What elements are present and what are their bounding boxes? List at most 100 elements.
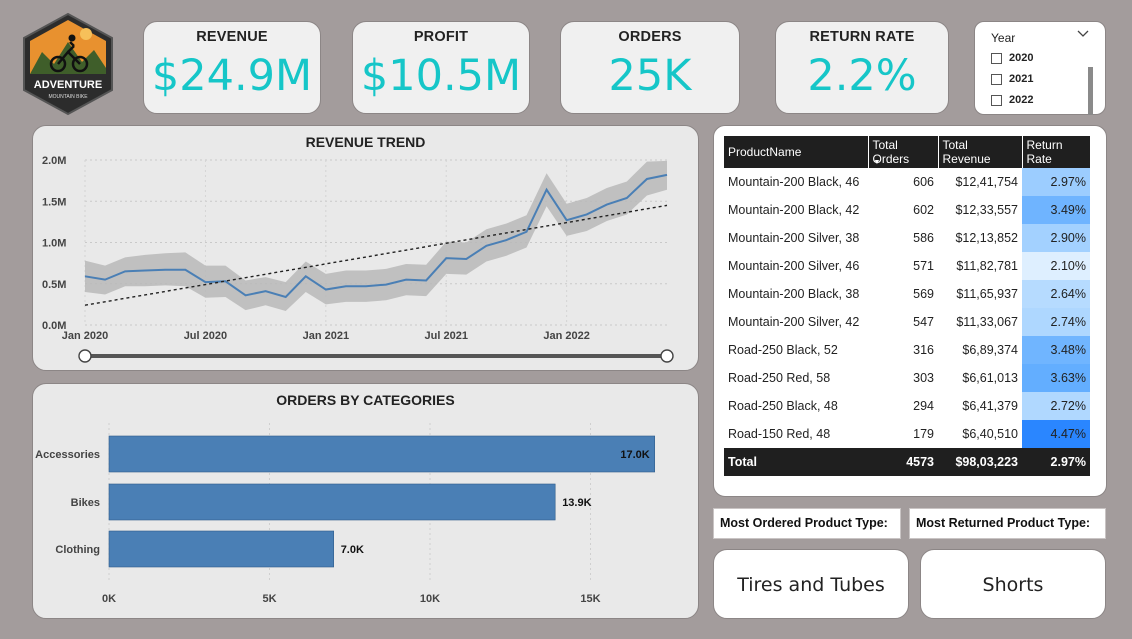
- bar-clothing[interactable]: [108, 530, 334, 568]
- total-orders-cell: 179: [913, 427, 934, 441]
- logo-text-top: ADVENTURE: [34, 79, 102, 91]
- chevron-down-icon[interactable]: [1077, 28, 1089, 43]
- x-tick-label: 10K: [420, 593, 440, 605]
- checkbox[interactable]: [991, 94, 1002, 106]
- return-rate-cell: 2.74%: [1022, 308, 1090, 336]
- product-name-cell: Mountain-200 Black, 38: [728, 287, 860, 301]
- product-name-cell: Road-250 Red, 58: [728, 371, 831, 385]
- year-option-2020[interactable]: 2020: [991, 52, 1033, 64]
- product-name-cell: Mountain-200 Black, 42: [728, 203, 860, 217]
- total-orders-cell: 602: [913, 203, 934, 217]
- table-row[interactable]: Road-150 Red, 48 179 $6,40,510 4.47%: [724, 420, 1090, 448]
- column-header-product-name[interactable]: ProductName: [724, 136, 869, 168]
- total-orders-cell: 316: [913, 343, 934, 357]
- return-rate-cell: 2.72%: [1022, 392, 1090, 420]
- x-tick-label: Jul 2021: [425, 330, 468, 342]
- kpi-profit-card: PROFIT $10.5M: [352, 21, 530, 114]
- product-table: ProductName Total Orders ▼ Total Revenue…: [724, 136, 1090, 476]
- return-rate-cell: 2.90%: [1022, 224, 1090, 252]
- y-tick-label: 0.5M: [42, 279, 66, 291]
- kpi-revenue-value: $24.9M: [151, 51, 313, 101]
- year-slicer[interactable]: Year 2020 2021 2022: [974, 21, 1106, 115]
- total-revenue-cell: $11,33,067: [956, 315, 1018, 329]
- checkbox[interactable]: [991, 52, 1002, 64]
- year-option-2021[interactable]: 2021: [991, 73, 1033, 85]
- kpi-orders-card: ORDERS 25K: [560, 21, 740, 114]
- most-ordered-label: Most Ordered Product Type:: [713, 508, 901, 539]
- total-orders-cell: 547: [913, 315, 934, 329]
- year-option-label: 2020: [1009, 52, 1034, 64]
- table-row[interactable]: Mountain-200 Black, 46 606 $12,41,754 2.97%: [724, 168, 1090, 196]
- table-row[interactable]: Mountain-200 Silver, 38 586 $12,13,852 2.90…: [724, 224, 1090, 252]
- x-tick-label: Jul 2020: [184, 330, 227, 342]
- logo-text-bottom: MOUNTAIN BIKE: [48, 94, 88, 100]
- total-orders: 4573: [868, 448, 938, 476]
- year-option-2022[interactable]: 2022: [991, 94, 1033, 106]
- kpi-profit-value: $10.5M: [360, 51, 522, 101]
- confidence-band: [85, 160, 667, 311]
- total-revenue-cell: $6,89,374: [962, 343, 1018, 357]
- return-rate-cell: 3.49%: [1022, 196, 1090, 224]
- total-revenue-cell: $6,40,510: [962, 427, 1018, 441]
- kpi-profit-label: PROFIT: [413, 29, 469, 45]
- return-rate-cell: 2.64%: [1022, 280, 1090, 308]
- product-name-cell: Mountain-200 Silver, 38: [728, 231, 860, 245]
- table-row[interactable]: Road-250 Black, 48 294 $6,41,379 2.72%: [724, 392, 1090, 420]
- column-header-return-rate[interactable]: Return Rate: [1022, 136, 1090, 168]
- total-revenue-cell: $11,82,781: [956, 259, 1018, 273]
- bar-value-label: 13.9K: [562, 497, 591, 509]
- y-tick-label: 1.0M: [42, 238, 66, 250]
- total-revenue-cell: $12,41,754: [955, 175, 1018, 189]
- total-revenue-cell: $6,41,379: [962, 399, 1018, 413]
- orders-by-categories-chart: Accessories 17.0K Bikes 13.9K Clothing 7.0K 0…: [35, 423, 656, 605]
- kpi-orders-value: 25K: [608, 51, 692, 101]
- table-row[interactable]: Mountain-200 Silver, 46 571 $11,82,781 2.10…: [724, 252, 1090, 280]
- date-range-end-handle[interactable]: [660, 349, 674, 363]
- sort-descending-icon[interactable]: ▼: [874, 159, 881, 166]
- bar-bikes[interactable]: [108, 483, 556, 521]
- kpi-orders-label: ORDERS: [618, 29, 682, 45]
- x-tick-label: 0K: [102, 593, 116, 605]
- most-returned-value-card: Shorts: [920, 549, 1106, 619]
- total-orders-cell: 569: [913, 287, 934, 301]
- x-tick-label: 5K: [262, 593, 276, 605]
- total-orders-cell: 571: [913, 259, 934, 273]
- total-label: Total: [724, 448, 868, 476]
- x-tick-label: Jan 2020: [62, 330, 108, 342]
- date-range-start-handle[interactable]: [78, 349, 92, 363]
- product-name-cell: Road-250 Black, 48: [728, 399, 838, 413]
- kpi-revenue-card: REVENUE $24.9M: [143, 21, 321, 114]
- kpi-revenue-label: REVENUE: [196, 29, 268, 45]
- table-row[interactable]: Road-250 Black, 52 316 $6,89,374 3.48%: [724, 336, 1090, 364]
- table-row[interactable]: Mountain-200 Black, 38 569 $11,65,937 2.64%: [724, 280, 1090, 308]
- table-total-row: Total 4573 $98,03,223 2.97%: [724, 448, 1090, 476]
- product-name-cell: Mountain-200 Black, 46: [728, 175, 860, 189]
- table-row[interactable]: Mountain-200 Silver, 42 547 $11,33,067 2.74…: [724, 308, 1090, 336]
- total-orders-cell: 586: [913, 231, 934, 245]
- slicer-scrollbar[interactable]: [1088, 67, 1093, 115]
- year-option-label: 2021: [1009, 73, 1034, 85]
- return-rate-cell: 2.97%: [1022, 168, 1090, 196]
- y-tick-label: 1.5M: [42, 196, 66, 208]
- total-orders-cell: 294: [913, 399, 934, 413]
- year-option-label: 2022: [1009, 94, 1034, 106]
- table-row[interactable]: Mountain-200 Black, 42 602 $12,33,557 3.49%: [724, 196, 1090, 224]
- table-row[interactable]: Road-250 Red, 58 303 $6,61,013 3.63%: [724, 364, 1090, 392]
- x-tick-label: Jan 2021: [303, 330, 349, 342]
- category-label: Accessories: [35, 449, 100, 461]
- most-returned-label: Most Returned Product Type:: [909, 508, 1106, 539]
- return-rate-cell: 4.47%: [1022, 420, 1090, 448]
- bar-accessories[interactable]: [108, 435, 656, 473]
- year-slicer-title: Year: [991, 31, 1016, 45]
- return-rate-cell: 3.48%: [1022, 336, 1090, 364]
- column-header-total-orders[interactable]: Total Orders ▼: [868, 136, 939, 168]
- column-header-total-revenue[interactable]: Total Revenue: [938, 136, 1023, 168]
- total-orders-cell: 606: [913, 175, 934, 189]
- product-table-card: ProductName Total Orders ▼ Total Revenue…: [713, 125, 1107, 497]
- total-revenue-cell: $11,65,937: [956, 287, 1018, 301]
- category-label: Bikes: [71, 497, 100, 509]
- checkbox[interactable]: [991, 73, 1002, 85]
- product-name-cell: Road-250 Black, 52: [728, 343, 838, 357]
- total-revenue-cell: $6,61,013: [962, 371, 1018, 385]
- x-tick-label: 15K: [580, 593, 600, 605]
